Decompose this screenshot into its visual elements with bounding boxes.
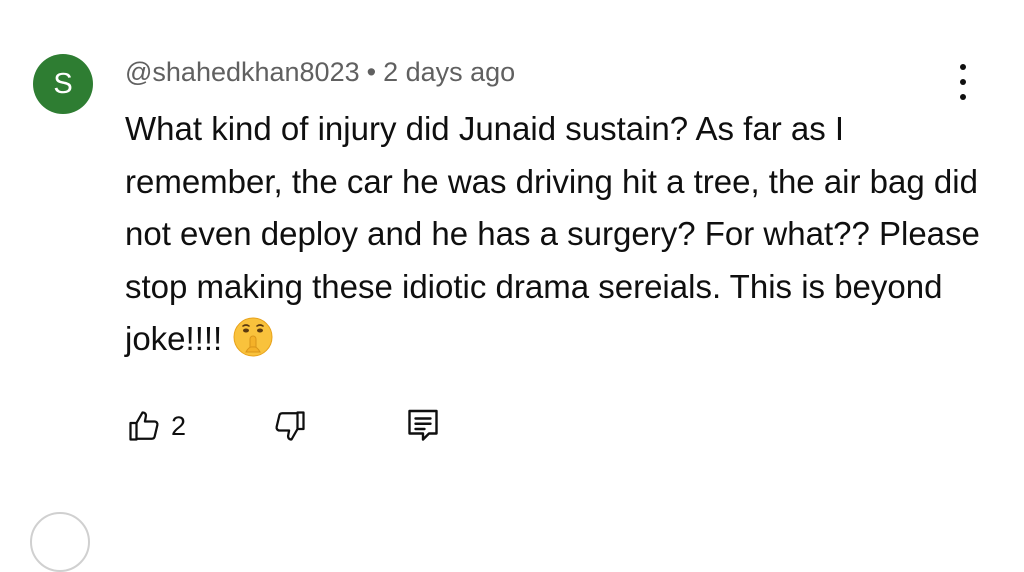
more-options-button[interactable] xyxy=(946,64,980,100)
like-count: 2 xyxy=(171,410,187,441)
reply-comment-icon xyxy=(408,409,438,441)
shushing-face-icon xyxy=(233,317,273,357)
comment-text-block: What kind of injury did Junaid sustain? … xyxy=(125,103,985,366)
comment-item: S @shahedkhan8023 • 2 days ago What kind o… xyxy=(0,0,1024,572)
avatar-letter: S xyxy=(53,67,73,100)
reply-button[interactable] xyxy=(405,402,441,450)
like-button[interactable]: 2 xyxy=(125,402,186,450)
thumb-up-icon xyxy=(129,411,159,441)
avatar[interactable]: S xyxy=(33,54,93,114)
more-vert-icon-dot xyxy=(960,94,966,100)
author-name[interactable]: @shahedkhan8023 xyxy=(125,57,360,87)
comment-timestamp[interactable]: 2 days ago xyxy=(383,57,515,87)
meta-separator: • xyxy=(366,57,377,87)
next-comment-avatar[interactable] xyxy=(30,512,90,572)
dislike-button[interactable] xyxy=(271,402,309,450)
more-vert-icon-dot xyxy=(960,64,966,70)
more-vert-icon-dot xyxy=(960,79,966,85)
thumb-down-icon xyxy=(275,411,305,441)
comment-meta: @shahedkhan8023 • 2 days ago xyxy=(125,54,515,90)
